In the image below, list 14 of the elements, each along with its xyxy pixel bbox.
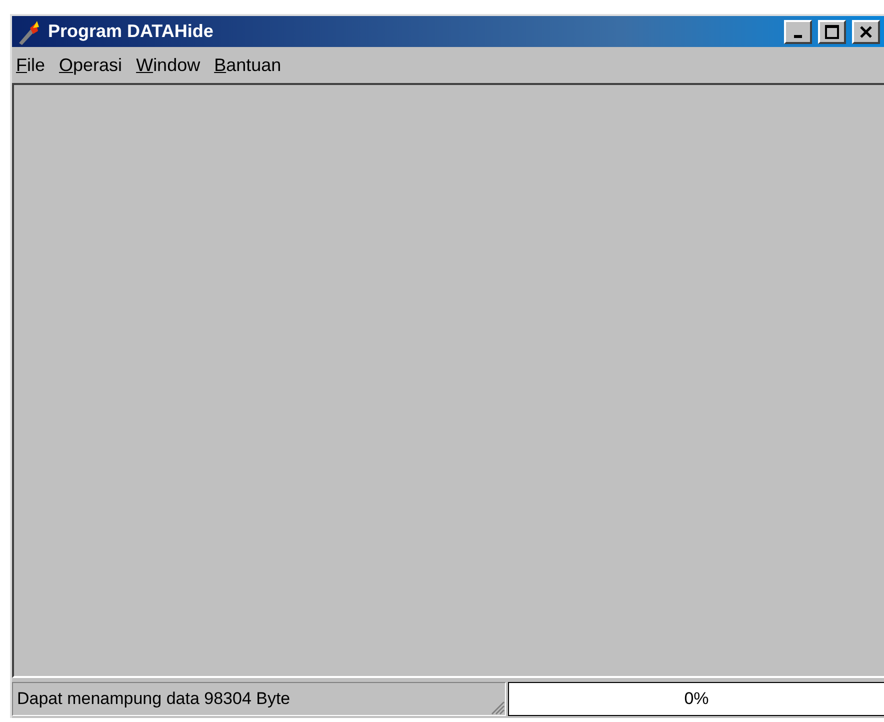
menu-item[interactable]: Operasi xyxy=(59,54,122,76)
torch-icon xyxy=(16,18,42,44)
status-message: Dapat menampung data 98304 Byte xyxy=(17,689,290,709)
maximize-button[interactable] xyxy=(818,20,846,44)
progress-reading: 0% xyxy=(684,689,709,709)
menu-item[interactable]: Window xyxy=(136,54,200,76)
close-button[interactable] xyxy=(852,20,880,44)
minimize-icon xyxy=(794,34,802,38)
window-title: Program DATAHide xyxy=(48,21,214,42)
minimize-button[interactable] xyxy=(784,20,812,44)
close-icon xyxy=(859,24,873,38)
menu-item[interactable]: Bantuan xyxy=(214,54,282,76)
maximize-icon xyxy=(824,24,840,40)
menu-item[interactable]: File xyxy=(16,54,46,76)
